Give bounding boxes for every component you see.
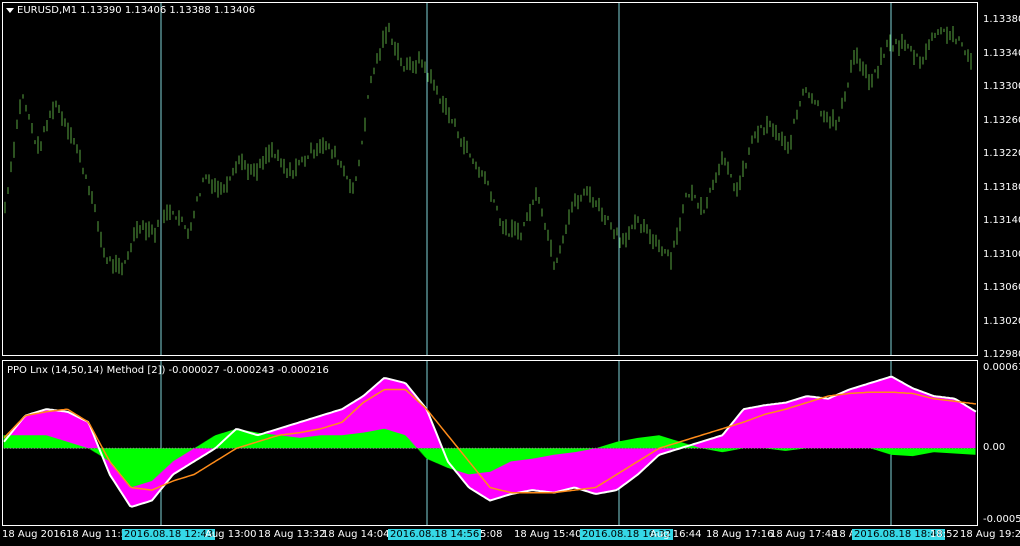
price-axis-label: 1.13060	[983, 282, 1020, 293]
time-axis-label: 18 Aug 17:16	[706, 529, 774, 540]
price-axis-label: 1.13220	[983, 148, 1020, 159]
indicator-axis-label: 0.000615	[983, 362, 1020, 373]
time-axis-label: 18 Aug 13:32	[258, 529, 326, 540]
indicator-axis-label: 0.00	[983, 442, 1006, 453]
time-axis-label: 18 Aug 17:48	[770, 529, 838, 540]
price-axis-label: 1.13020	[983, 315, 1020, 327]
price-axis-label: 1.13180	[983, 181, 1020, 193]
time-axis-label: Aug 13:00	[205, 529, 257, 540]
chart-window[interactable]: EURUSD,M1 1.13390 1.13406 1.13388 1.1340…	[0, 0, 1020, 546]
crosshair-time-label: 2016.08.18 12:43	[122, 529, 216, 540]
chart-menu-arrow-icon[interactable]	[6, 8, 14, 13]
time-axis-label: 18:52	[930, 529, 959, 540]
time-axis-label: 18 Aug 14:04	[322, 529, 390, 540]
indicator-info-label: PPO Lnx (14,50,14) Method [2]) -0.000027…	[7, 365, 329, 376]
indicator-axis-label: -0.000549	[983, 514, 1020, 525]
indicator-layer	[3, 375, 977, 508]
time-axis-label: Aug 16:44	[650, 529, 702, 540]
price-axis-label: 1.12980	[983, 349, 1020, 360]
time-axis-label: 18 Aug 2016	[2, 529, 67, 540]
price-axis-label: 1.13260	[983, 114, 1020, 126]
price-axis-label: 1.13340	[983, 47, 1020, 59]
price-axis-label: 1.13100	[983, 248, 1020, 260]
time-axis-label: 18 Aug 15:40	[514, 529, 582, 540]
crosshair-time-label: 2016.08.18 14:56	[388, 529, 482, 540]
price-axis-label: 1.13140	[983, 215, 1020, 226]
time-axis-label: 18 Aug 19:24	[960, 529, 1020, 540]
price-axis-label: 1.13300	[983, 81, 1020, 92]
time-axis-label: 5:08	[480, 529, 503, 540]
price-axis-label: 1.13380	[983, 14, 1020, 25]
symbol-info-label: EURUSD,M1 1.13390 1.13406 1.13388 1.1340…	[17, 5, 256, 16]
